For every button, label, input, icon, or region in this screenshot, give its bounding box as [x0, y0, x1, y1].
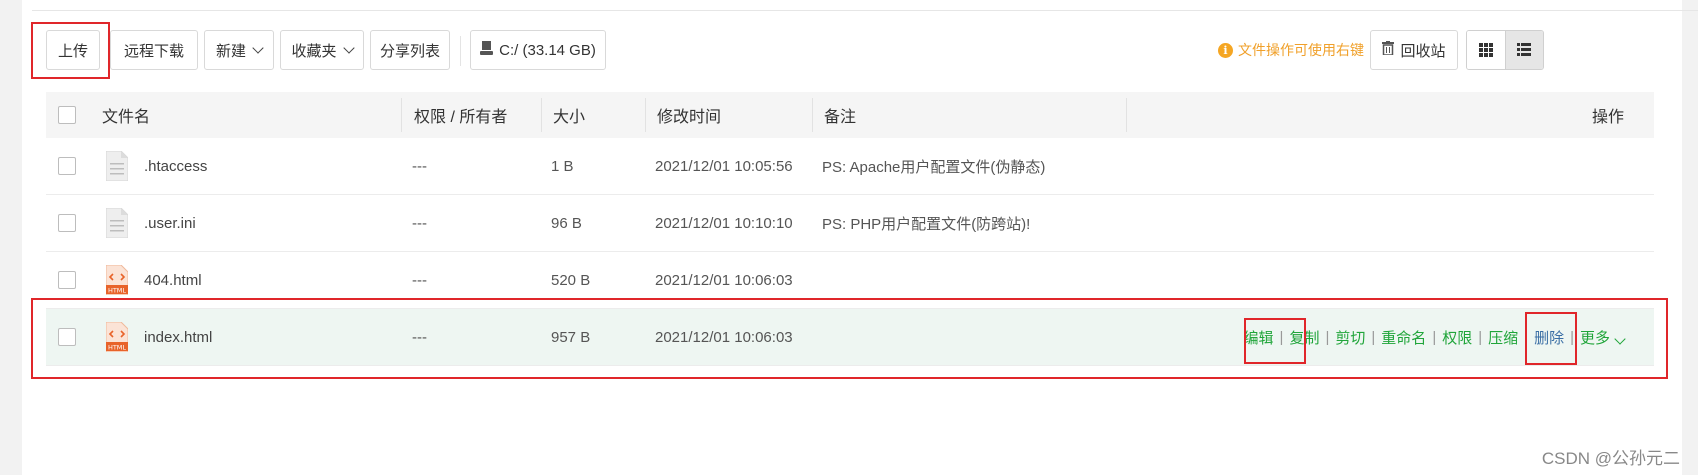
file-mtime: 2021/12/01 10:05:56 — [655, 157, 793, 175]
toolbar: 上传 远程下载 新建 收藏夹 分享列表 C:/ (33.14 GB) i 文件操… — [46, 30, 1688, 72]
row-checkbox[interactable] — [58, 328, 76, 346]
header-divider — [401, 98, 402, 132]
file-size: 520 B — [551, 271, 591, 289]
more-dropdown[interactable]: 更多 — [1579, 327, 1626, 348]
share-list-button[interactable]: 分享列表 — [370, 30, 450, 70]
grid-icon — [1478, 43, 1493, 57]
table-row[interactable]: HTML 404.html --- 520 B 2021/12/01 10:06… — [46, 252, 1654, 309]
left-strip — [0, 0, 22, 475]
delete-link[interactable]: 删除 — [1534, 327, 1564, 348]
favorites-dropdown-button[interactable]: 收藏夹 — [280, 30, 364, 70]
recycle-bin-button[interactable]: 回收站 — [1370, 30, 1458, 70]
rename-link[interactable]: 重命名 — [1381, 327, 1426, 348]
header-name[interactable]: 文件名 — [102, 92, 150, 138]
file-mtime: 2021/12/01 10:06:03 — [655, 271, 793, 289]
upload-label: 上传 — [57, 42, 88, 60]
text-file-icon — [105, 207, 129, 239]
disk-label: C:/ (33.14 GB) — [499, 41, 596, 59]
file-note[interactable]: PS: Apache用户配置文件(伪静态) — [822, 138, 1045, 194]
file-perm[interactable]: --- — [412, 309, 427, 365]
ops-separator: | — [1325, 328, 1330, 346]
list-icon — [1517, 43, 1532, 56]
more-label: 更多 — [1579, 329, 1610, 347]
ops-separator: | — [1279, 328, 1284, 346]
top-divider — [32, 10, 1698, 11]
view-toggle-group — [1466, 30, 1544, 70]
row-checkbox[interactable] — [58, 271, 76, 289]
file-name-link[interactable]: 404.html — [144, 252, 202, 308]
copy-link[interactable]: 复制 — [1289, 327, 1319, 348]
select-all-cell — [58, 92, 76, 138]
table-row[interactable]: .htaccess --- 1 B 2021/12/01 10:05:56 PS… — [46, 138, 1654, 195]
header-ops: 操作 — [1591, 109, 1624, 126]
ops-separator: | — [1524, 328, 1529, 346]
header-note: 备注 — [824, 109, 857, 126]
chevron-down-icon — [1614, 332, 1626, 345]
header-divider — [645, 98, 646, 132]
file-table: 文件名 权限 / 所有者 大小 修改时间 备注 操作 .htaccess ---… — [46, 92, 1654, 366]
header-divider — [812, 98, 813, 132]
table-header: 文件名 权限 / 所有者 大小 修改时间 备注 操作 — [46, 92, 1654, 138]
row-checkbox[interactable] — [58, 157, 76, 175]
file-mtime: 2021/12/01 10:10:10 — [655, 214, 793, 232]
file-perm[interactable]: --- — [412, 195, 427, 251]
file-size: 1 B — [551, 157, 574, 175]
file-note[interactable]: PS: PHP用户配置文件(防跨站)! — [822, 195, 1030, 251]
row-checkbox[interactable] — [58, 214, 76, 232]
file-size: 96 B — [551, 214, 582, 232]
trash-icon — [1382, 41, 1395, 59]
file-size: 957 B — [551, 328, 591, 346]
watermark: CSDN @公孙元二 — [1541, 449, 1680, 468]
header-size[interactable]: 大小 — [553, 92, 585, 138]
cut-link[interactable]: 剪切 — [1335, 327, 1365, 348]
table-row-selected[interactable]: HTML index.html --- 957 B 2021/12/01 10:… — [46, 309, 1654, 366]
file-mtime: 2021/12/01 10:06:03 — [655, 328, 793, 346]
new-dropdown-button[interactable]: 新建 — [204, 30, 274, 70]
permission-link[interactable]: 权限 — [1442, 327, 1472, 348]
remote-download-button[interactable]: 远程下载 — [110, 30, 198, 70]
row-actions: 编辑 | 复制 | 剪切 | 重命名 | 权限 | 压缩 | 删除 | 更多 — [1244, 309, 1626, 365]
ops-separator: | — [1570, 328, 1574, 346]
html-badge-text: HTML — [108, 344, 126, 352]
toolbar-separator — [460, 36, 461, 66]
favorites-label: 收藏夹 — [291, 42, 337, 60]
ops-separator: | — [1371, 328, 1376, 346]
text-file-icon — [105, 150, 129, 182]
html-badge-text: HTML — [108, 287, 126, 295]
chevron-down-icon — [252, 42, 264, 54]
compress-link[interactable]: 压缩 — [1488, 327, 1518, 348]
share-list-label: 分享列表 — [379, 42, 440, 60]
header-mtime[interactable]: 修改时间 — [657, 92, 721, 138]
list-view-button[interactable] — [1504, 31, 1543, 69]
header-divider — [541, 98, 542, 132]
file-perm[interactable]: --- — [412, 138, 427, 194]
select-all-checkbox[interactable] — [58, 106, 76, 124]
remote-download-label: 远程下载 — [123, 42, 184, 60]
recycle-bin-label: 回收站 — [1400, 42, 1446, 60]
table-row[interactable]: .user.ini --- 96 B 2021/12/01 10:10:10 P… — [46, 195, 1654, 252]
disk-icon — [480, 41, 494, 59]
context-menu-hint: i 文件操作可使用右键 — [1218, 30, 1364, 70]
info-icon: i — [1218, 42, 1233, 58]
html-file-icon: HTML — [105, 321, 129, 353]
chevron-down-icon — [342, 42, 355, 54]
file-name-link[interactable]: index.html — [144, 309, 212, 365]
file-perm[interactable]: --- — [412, 252, 427, 308]
edit-link[interactable]: 编辑 — [1244, 327, 1274, 348]
header-divider — [1126, 98, 1127, 132]
file-name-link[interactable]: .user.ini — [144, 195, 196, 251]
ops-separator: | — [1478, 328, 1483, 346]
header-perm: 权限 / 所有者 — [414, 109, 508, 126]
file-name-link[interactable]: .htaccess — [144, 138, 207, 194]
upload-button[interactable]: 上传 — [46, 30, 100, 70]
ops-separator: | — [1432, 328, 1437, 346]
grid-view-button[interactable] — [1467, 31, 1505, 69]
hint-text: 文件操作可使用右键 — [1238, 42, 1364, 58]
disk-selector-button[interactable]: C:/ (33.14 GB) — [470, 30, 606, 70]
html-file-icon: HTML — [105, 264, 129, 296]
new-label: 新建 — [215, 42, 246, 60]
